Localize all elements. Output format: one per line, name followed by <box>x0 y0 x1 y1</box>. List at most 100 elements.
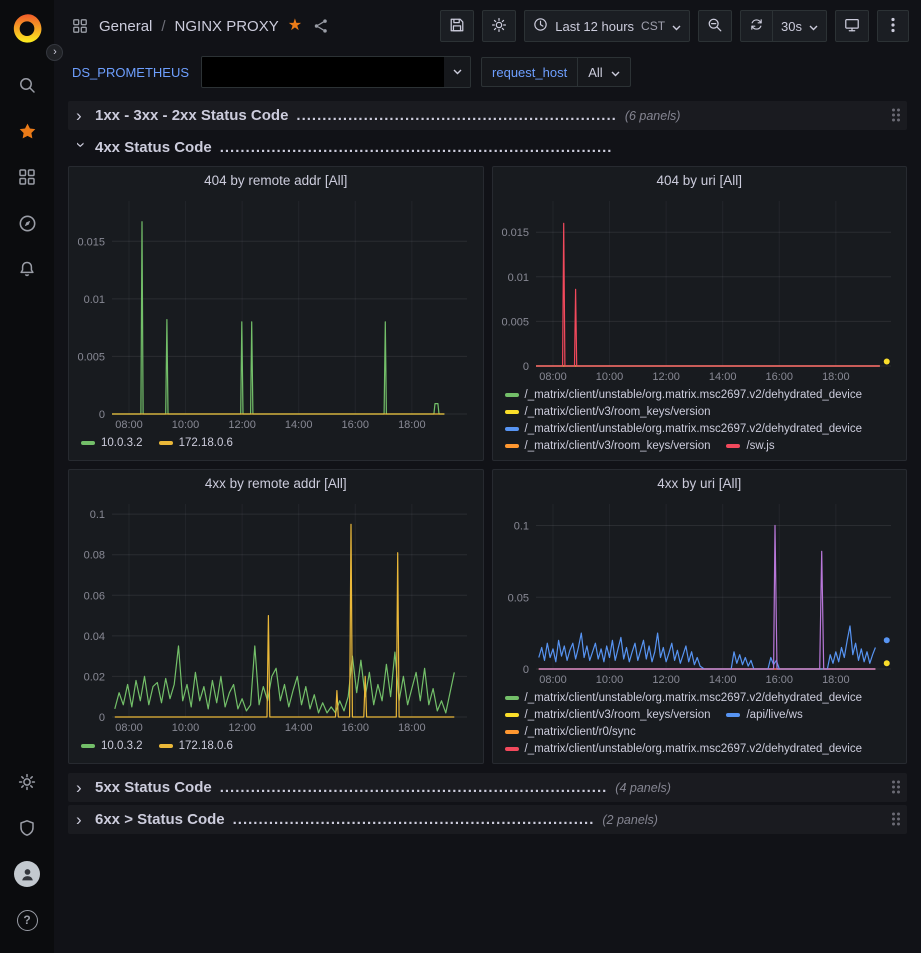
chevron-down-icon: › <box>73 142 90 153</box>
legend-item[interactable]: 172.18.0.6 <box>159 436 233 450</box>
chevron-down-icon <box>809 19 818 34</box>
time-series-chart[interactable]: 08:0010:0012:0014:0016:0018:0000.0050.01… <box>499 194 901 384</box>
configuration-button[interactable] <box>6 759 48 805</box>
server-admin-button[interactable] <box>6 805 48 851</box>
time-range-picker[interactable]: Last 12 hours CST <box>524 10 690 42</box>
svg-text:12:00: 12:00 <box>652 674 680 686</box>
svg-text:16:00: 16:00 <box>342 722 370 734</box>
legend-item[interactable]: 10.0.3.2 <box>81 436 143 450</box>
svg-text:14:00: 14:00 <box>708 674 736 686</box>
breadcrumb-section[interactable]: General <box>99 18 152 35</box>
refresh-button[interactable] <box>740 10 773 42</box>
search-icon <box>18 76 36 94</box>
dashboard-settings-button[interactable] <box>482 10 516 42</box>
panel-title[interactable]: 4xx by uri [All] <box>493 470 907 497</box>
panel-title[interactable]: 404 by uri [All] <box>493 167 907 194</box>
variable-ds-prometheus-select[interactable] <box>201 56 471 88</box>
legend-item[interactable]: /_matrix/client/unstable/org.matrix.msc2… <box>505 388 863 402</box>
row-1xx-3xx-2xx[interactable]: › 1xx - 3xx - 2xx Status Code ..........… <box>68 101 907 130</box>
drag-handle-icon[interactable] <box>892 812 902 827</box>
row-panel-count: (6 panels) <box>625 109 681 123</box>
panel-title[interactable]: 404 by remote addr [All] <box>69 167 483 194</box>
search-button[interactable] <box>6 62 48 108</box>
legend-item[interactable]: /_matrix/client/r0/sync <box>505 725 636 739</box>
legend-item[interactable]: /_matrix/client/v3/room_keys/version <box>505 708 711 722</box>
legend-item[interactable]: 10.0.3.2 <box>81 739 143 753</box>
grafana-logo-icon[interactable] <box>10 12 44 46</box>
explore-button[interactable] <box>6 200 48 246</box>
sidebar-collapse-button[interactable]: › <box>46 44 63 61</box>
apps-grid-icon <box>70 18 90 34</box>
svg-text:0.015: 0.015 <box>501 227 529 239</box>
legend-item[interactable]: 172.18.0.6 <box>159 739 233 753</box>
svg-text:12:00: 12:00 <box>652 371 680 383</box>
refresh-icon <box>749 17 764 35</box>
drag-handle-icon[interactable] <box>892 780 902 795</box>
row-4xx[interactable]: › 4xx Status Code ......................… <box>68 133 907 162</box>
user-avatar[interactable] <box>6 851 48 897</box>
main-area: General / NGINX PROXY ★ <box>54 0 921 953</box>
share-icon[interactable] <box>311 18 331 34</box>
sidebar-bottom: ? <box>6 759 48 943</box>
variable-request-host-select[interactable]: All <box>578 57 630 87</box>
row-5xx[interactable]: › 5xx Status Code ......................… <box>68 773 907 802</box>
sidebar-nav <box>6 62 48 759</box>
svg-text:14:00: 14:00 <box>285 419 313 431</box>
legend-item[interactable]: /_matrix/client/v3/room_keys/version <box>505 439 711 453</box>
svg-text:0.08: 0.08 <box>84 550 105 562</box>
chevron-right-icon: › <box>76 779 87 796</box>
dashboards-button[interactable] <box>6 154 48 200</box>
svg-text:0: 0 <box>522 361 528 373</box>
svg-text:0.005: 0.005 <box>501 316 529 328</box>
legend-item[interactable]: /sw.js <box>726 439 774 453</box>
row-leader-dots: ........................................… <box>233 811 595 828</box>
top-bar: General / NGINX PROXY ★ <box>54 0 921 52</box>
time-series-chart[interactable]: 08:0010:0012:0014:0016:0018:0000.020.040… <box>75 497 477 735</box>
legend-item[interactable]: /_matrix/client/unstable/org.matrix.msc2… <box>505 422 863 436</box>
zoom-out-button[interactable] <box>698 10 732 42</box>
help-icon: ? <box>17 910 38 931</box>
alerting-button[interactable] <box>6 246 48 292</box>
starred-dashboards-button[interactable] <box>6 108 48 154</box>
svg-text:0: 0 <box>99 712 105 724</box>
time-series-chart[interactable]: 08:0010:0012:0014:0016:0018:0000.050.1 <box>499 497 901 687</box>
variable-ds-prometheus-label[interactable]: DS_PROMETHEUS <box>70 65 191 80</box>
legend-item[interactable]: /_matrix/client/unstable/org.matrix.msc2… <box>505 742 863 756</box>
grafana-app: ? › General / NGINX PROXY ★ <box>0 0 921 953</box>
svg-text:12:00: 12:00 <box>228 419 256 431</box>
help-button[interactable]: ? <box>6 897 48 943</box>
variable-request-host: request_host All <box>481 57 631 87</box>
refresh-interval-dropdown[interactable]: 30s <box>773 10 827 42</box>
more-options-button[interactable] <box>877 10 909 42</box>
drag-handle-icon[interactable] <box>892 108 902 123</box>
panel-legend: /_matrix/client/unstable/org.matrix.msc2… <box>493 687 907 763</box>
panel-title[interactable]: 4xx by remote addr [All] <box>69 470 483 497</box>
svg-text:18:00: 18:00 <box>398 722 426 734</box>
svg-text:08:00: 08:00 <box>115 419 143 431</box>
panel-404-by-uri: 404 by uri [All] 08:0010:0012:0014:0016:… <box>492 166 908 461</box>
legend-item[interactable]: /api/live/ws <box>726 708 802 722</box>
zoom-out-icon <box>707 17 723 36</box>
svg-text:10:00: 10:00 <box>595 371 623 383</box>
variable-request-host-label[interactable]: request_host <box>481 57 578 87</box>
breadcrumb-title[interactable]: NGINX PROXY <box>175 18 279 35</box>
favorite-star-icon[interactable]: ★ <box>288 18 302 34</box>
shield-icon <box>18 819 36 837</box>
chevron-down-icon <box>444 57 470 87</box>
avatar-icon <box>14 861 40 887</box>
gear-icon <box>491 17 507 36</box>
row-leader-dots: ........................................… <box>220 139 613 156</box>
cycle-view-mode-button[interactable] <box>835 10 869 42</box>
panel-404-by-remote-addr: 404 by remote addr [All] 08:0010:0012:00… <box>68 166 484 461</box>
kebab-menu-icon <box>891 17 895 36</box>
row-6xx[interactable]: › 6xx > Status Code ....................… <box>68 805 907 834</box>
row-title: 6xx > Status Code <box>95 811 225 828</box>
svg-text:0.005: 0.005 <box>77 351 105 363</box>
panel-4xx-by-remote-addr: 4xx by remote addr [All] 08:0010:0012:00… <box>68 469 484 764</box>
chevron-right-icon: › <box>76 107 87 124</box>
legend-item[interactable]: /_matrix/client/v3/room_keys/version <box>505 405 711 419</box>
star-icon <box>18 122 37 141</box>
save-dashboard-button[interactable] <box>440 10 474 42</box>
legend-item[interactable]: /_matrix/client/unstable/org.matrix.msc2… <box>505 691 863 705</box>
time-series-chart[interactable]: 08:0010:0012:0014:0016:0018:0000.0050.01… <box>75 194 477 432</box>
